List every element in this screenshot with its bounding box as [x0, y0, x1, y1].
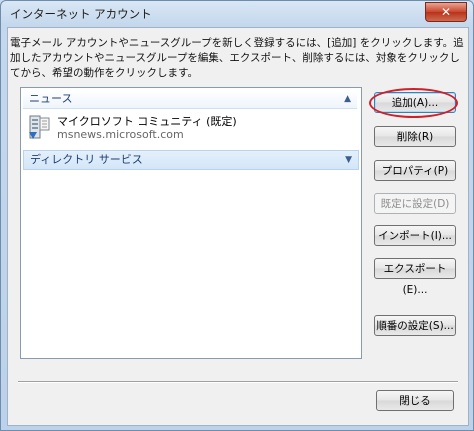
remove-button[interactable]: 削除(R): [374, 126, 456, 147]
news-server-icon: [29, 115, 50, 139]
set-default-button[interactable]: 既定に設定(D): [374, 193, 456, 214]
properties-button[interactable]: プロパティ(P): [374, 160, 456, 181]
order-button[interactable]: 順番の設定(S)...: [374, 315, 456, 336]
dialog-body: 電子メール アカウントやニュースグループを新しく登録するには、[追加] をクリッ…: [7, 27, 469, 426]
instructions-text: 電子メール アカウントやニュースグループを新しく登録するには、[追加] をクリッ…: [10, 37, 464, 79]
chevron-down-icon[interactable]: ▼: [345, 151, 352, 169]
account-name: マイクロソフト コミュニティ (既定): [57, 115, 237, 128]
internet-accounts-dialog: インターネット アカウント ✕ 電子メール アカウントやニュースグループを新しく…: [0, 0, 474, 431]
list-item-account[interactable]: マイクロソフト コミュニティ (既定) msnews.microsoft.com: [25, 111, 355, 143]
export-button[interactable]: エクスポート(E)...: [374, 258, 456, 296]
close-button[interactable]: 閉じる: [376, 390, 454, 411]
accounts-list[interactable]: ニュース ▲ マイクロソフト コミュニティ (既定) msnews.micros…: [20, 87, 362, 359]
group-label-directory: ディレクトリ サービス: [30, 153, 143, 166]
group-header-news[interactable]: ニュース ▲: [23, 90, 357, 109]
chevron-up-icon[interactable]: ▲: [344, 90, 351, 108]
window-title: インターネット アカウント: [10, 7, 152, 21]
separator-line: [18, 381, 458, 383]
import-button[interactable]: インポート(I)...: [374, 225, 456, 246]
window-close-button[interactable]: ✕: [425, 2, 467, 22]
group-label-news: ニュース: [29, 92, 73, 105]
account-server: msnews.microsoft.com: [57, 128, 184, 141]
group-header-directory[interactable]: ディレクトリ サービス ▼: [23, 150, 359, 170]
title-bar: インターネット アカウント ✕: [1, 1, 473, 27]
highlight-circle: [369, 88, 458, 118]
